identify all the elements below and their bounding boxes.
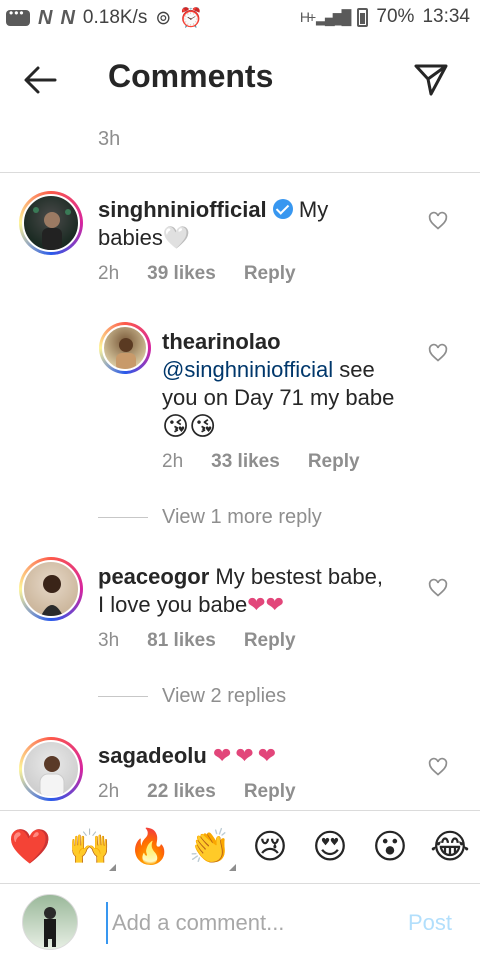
avatar[interactable] (19, 557, 83, 621)
emoji-clap-icon: 👏 (188, 828, 232, 866)
emoji-raised-hands-icon: 🙌 (68, 828, 112, 866)
reply-button[interactable]: Reply (244, 263, 296, 285)
view-more-replies-button[interactable]: View 1 more reply (98, 506, 322, 529)
comment-time: 2h (98, 263, 120, 284)
emoji-fire-button[interactable]: 🔥 (128, 825, 172, 869)
mention-link[interactable]: @singhniniofficial (162, 357, 333, 382)
reply-button[interactable]: Reply (244, 630, 296, 652)
emoji-surprised-button[interactable]: 😮 (368, 825, 412, 869)
comment-emojis: ❤❤ (247, 592, 285, 617)
message-icon (6, 6, 30, 26)
divider (0, 172, 480, 173)
reply-body-line2: you on Day 71 my babe (162, 385, 395, 410)
comment-emojis: ❤❤❤ (212, 743, 281, 768)
likes-count[interactable]: 33 likes (211, 451, 280, 473)
heart-outline-icon (428, 343, 448, 362)
alarm-icon: ⏰ (179, 8, 203, 29)
comment-body-line2: I love you babe (98, 592, 248, 617)
avatar[interactable] (99, 322, 151, 374)
view-more-replies-label: View 2 replies (162, 685, 287, 707)
heart-outline-icon (428, 211, 448, 230)
reply-button[interactable]: Reply (244, 781, 296, 803)
reply-button[interactable]: Reply (308, 451, 360, 473)
send-icon (414, 64, 448, 96)
n-notification-icon: N (38, 6, 53, 29)
comment-text: singhniniofficial My babies⁠🤍 (98, 196, 408, 252)
clock: 13:34 (422, 6, 470, 27)
reply-text: thearinolao @singhniniofficial see you o… (162, 328, 422, 442)
emoji-crying-button[interactable]: 😢 (248, 825, 292, 869)
current-user-avatar (22, 894, 78, 950)
comment-username[interactable]: sagadeolu (98, 743, 207, 768)
comment-input[interactable] (106, 902, 394, 944)
avatar[interactable] (19, 737, 83, 801)
comment-time: 3h (98, 630, 120, 651)
back-arrow-icon (24, 66, 57, 94)
avatar-photo (33, 207, 71, 250)
like-comment-button[interactable] (428, 757, 450, 779)
page-title: Comments (108, 58, 274, 94)
comment-text: peaceogor My bestest babe, I love you ba… (98, 563, 428, 619)
avatar-photo (41, 575, 63, 616)
emoji-quick-bar: ❤️ 🙌 🔥 👏 😢 😍 😮 😂 (0, 815, 480, 883)
view-more-replies-button[interactable]: View 2 replies (98, 685, 286, 708)
back-button[interactable] (22, 62, 62, 98)
emoji-heart-eyes-button[interactable]: 😍 (308, 825, 352, 869)
comment-body-line2: babies⁠🤍 (98, 225, 191, 250)
heart-outline-icon (428, 578, 448, 597)
network-speed: 0.18K/s (82, 7, 148, 28)
comment-time: 2h (98, 781, 120, 802)
comment-text: sagadeolu ❤❤❤ (98, 742, 418, 770)
avatar-photo (39, 756, 65, 796)
comment-body: My (298, 197, 329, 222)
reply-body: see (339, 357, 375, 382)
header: Comments (0, 40, 480, 120)
skin-tone-indicator (229, 864, 236, 871)
send-button[interactable] (412, 60, 452, 100)
like-reply-button[interactable] (428, 343, 450, 365)
battery-level: 70% (376, 6, 415, 27)
hotspot-icon: ⊚ (155, 7, 172, 29)
post-button[interactable]: Post (408, 910, 452, 936)
comment-body: My bestest babe, (215, 564, 383, 589)
reply-time: 2h (162, 451, 184, 472)
verified-badge-icon (272, 199, 293, 219)
skin-tone-indicator (109, 864, 116, 871)
avatar[interactable] (19, 191, 83, 255)
n-notification-icon: N (60, 6, 75, 29)
emoji-laughing-button[interactable]: 😂 (428, 825, 472, 869)
heart-outline-icon (428, 757, 448, 776)
battery-icon (357, 7, 369, 27)
reply-username[interactable]: thearinolao (162, 329, 281, 354)
likes-count[interactable]: 81 likes (147, 630, 216, 652)
status-bar: N N 0.18K/s ⊚ ⏰ H+ ▂▄▆█ 70% 13:34 (0, 0, 480, 36)
divider (0, 810, 480, 811)
likes-count[interactable]: 39 likes (147, 263, 216, 285)
emoji-raised-hands-button[interactable]: 🙌 (68, 825, 116, 871)
divider-line (98, 517, 148, 518)
reply-emojis: 😘😘 (162, 411, 217, 441)
avatar-photo (116, 338, 136, 369)
signal-icon: H+ ▂▄▆█ (299, 8, 352, 25)
view-more-replies-label: View 1 more reply (162, 506, 322, 528)
like-comment-button[interactable] (428, 578, 450, 600)
comment-input-bar: Post (0, 884, 480, 960)
reply-meta: 2h 33 likes Reply (162, 451, 360, 473)
comment-username[interactable]: peaceogor (98, 564, 209, 589)
emoji-clap-button[interactable]: 👏 (188, 825, 236, 871)
comment-meta: 2h 39 likes Reply (98, 263, 296, 285)
comment-meta: 3h 81 likes Reply (98, 630, 296, 652)
divider-line (98, 696, 148, 697)
emoji-heart-button[interactable]: ❤️ (8, 825, 52, 869)
comment-meta: 2h 22 likes Reply (98, 781, 296, 803)
avatar-photo (44, 907, 56, 947)
like-comment-button[interactable] (428, 211, 450, 233)
comment-username[interactable]: singhniniofficial (98, 197, 267, 222)
likes-count[interactable]: 22 likes (147, 781, 216, 803)
caption-timestamp: 3h (98, 128, 121, 150)
